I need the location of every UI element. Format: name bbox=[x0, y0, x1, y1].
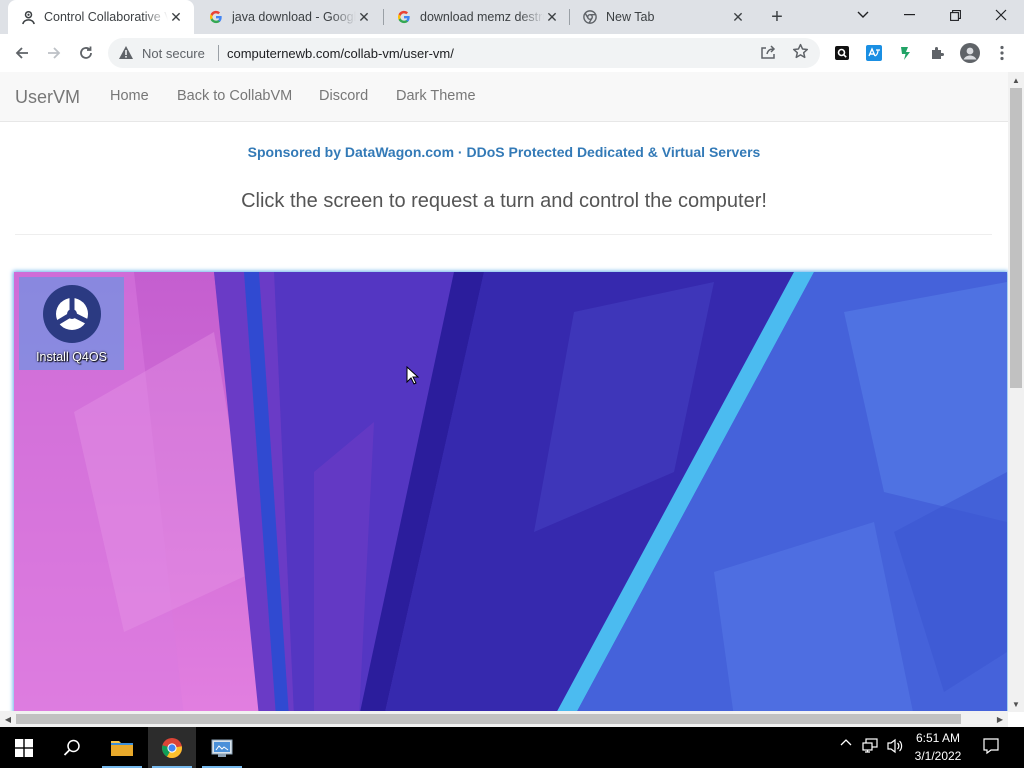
extension-search-icon[interactable] bbox=[828, 39, 856, 67]
system-clock[interactable]: 6:51 AM 3/1/2022 bbox=[905, 729, 971, 765]
start-button[interactable] bbox=[0, 727, 48, 768]
show-hidden-icons-icon[interactable] bbox=[840, 737, 852, 752]
clock-date: 3/1/2022 bbox=[914, 749, 962, 763]
close-tab-icon[interactable]: ✕ bbox=[544, 9, 560, 25]
nav-back-to-collabvm[interactable]: Back to CollabVM bbox=[177, 88, 292, 104]
close-window-icon[interactable] bbox=[978, 0, 1024, 30]
scroll-left-icon[interactable]: ◀ bbox=[0, 711, 16, 727]
site-brand[interactable]: UserVM bbox=[15, 87, 80, 108]
reload-icon[interactable] bbox=[72, 39, 100, 67]
menu-kebab-icon[interactable] bbox=[988, 39, 1016, 67]
security-label[interactable]: Not secure bbox=[142, 46, 205, 61]
desktop-icon-label: Install Q4OS bbox=[36, 350, 107, 364]
tab-strip: Control Collaborative Virtual Machines ✕… bbox=[0, 0, 1024, 34]
tab-title: download memz destructive bbox=[420, 10, 544, 24]
volume-icon[interactable] bbox=[886, 738, 904, 757]
file-explorer-icon bbox=[111, 740, 133, 756]
windows-taskbar: 6:51 AM 3/1/2022 bbox=[0, 727, 1024, 768]
warning-icon[interactable] bbox=[118, 45, 134, 63]
tab-title: Control Collaborative Virtual Machines bbox=[44, 10, 168, 24]
close-tab-icon[interactable]: ✕ bbox=[730, 9, 746, 25]
mouse-cursor-icon bbox=[406, 366, 420, 385]
omnibox-divider bbox=[218, 45, 219, 61]
divider bbox=[15, 234, 992, 235]
action-center-icon[interactable] bbox=[982, 737, 1000, 758]
taskbar-control-panel[interactable] bbox=[198, 727, 246, 768]
site-navbar: UserVM Home Back to CollabVM Discord Dar… bbox=[0, 72, 1008, 122]
chrome-icon bbox=[162, 737, 182, 758]
vm-wallpaper bbox=[14, 272, 1007, 712]
close-tab-icon[interactable]: ✕ bbox=[356, 9, 372, 25]
collabvm-icon bbox=[20, 9, 36, 25]
tab-search-icon[interactable] bbox=[840, 0, 886, 30]
url-text[interactable]: computernewb.com/collab-vm/user-vm/ bbox=[227, 46, 454, 61]
nav-dark-theme[interactable]: Dark Theme bbox=[396, 88, 476, 104]
google-icon bbox=[208, 9, 224, 25]
turn-instructions: Click the screen to request a turn and c… bbox=[241, 190, 767, 212]
tab-collabvm[interactable]: Control Collaborative Virtual Machines ✕ bbox=[8, 0, 194, 34]
vm-screen[interactable]: Install Q4OS bbox=[14, 272, 1007, 712]
tab-java-download[interactable]: java download - Google Search ✕ bbox=[196, 0, 382, 34]
extension-translate-icon[interactable] bbox=[860, 39, 888, 67]
nav-home[interactable]: Home bbox=[110, 88, 149, 104]
search-icon bbox=[63, 739, 80, 756]
restore-icon[interactable] bbox=[932, 0, 978, 30]
forward-icon[interactable] bbox=[40, 39, 68, 67]
profile-avatar-icon[interactable] bbox=[956, 39, 984, 67]
scroll-right-icon[interactable]: ▶ bbox=[992, 711, 1008, 727]
tab-title: New Tab bbox=[606, 10, 655, 24]
horizontal-scroll-thumb[interactable] bbox=[16, 714, 961, 724]
horizontal-scrollbar[interactable]: ◀ ▶ bbox=[0, 711, 1008, 727]
tab-memz-download[interactable]: download memz destructive ✕ bbox=[384, 0, 570, 34]
new-tab-button[interactable]: + bbox=[766, 6, 788, 28]
close-tab-icon[interactable]: ✕ bbox=[168, 9, 184, 25]
scroll-down-icon[interactable]: ▼ bbox=[1008, 696, 1024, 712]
share-icon[interactable] bbox=[760, 44, 776, 63]
chrome-icon bbox=[582, 9, 598, 25]
browser-toolbar: Not secure computernewb.com/collab-vm/us… bbox=[0, 34, 1024, 73]
vertical-scrollbar[interactable]: ▲ ▼ bbox=[1008, 72, 1024, 712]
windows-logo-icon bbox=[15, 738, 33, 757]
page-viewport: UserVM Home Back to CollabVM Discord Dar… bbox=[0, 72, 1008, 712]
tab-title: java download - Google Search bbox=[232, 10, 356, 24]
vertical-scroll-thumb[interactable] bbox=[1010, 88, 1022, 388]
nav-discord[interactable]: Discord bbox=[319, 88, 368, 104]
control-panel-icon bbox=[211, 739, 233, 757]
back-icon[interactable] bbox=[8, 39, 36, 67]
taskbar-chrome[interactable] bbox=[148, 727, 196, 768]
clock-time: 6:51 AM bbox=[915, 731, 961, 745]
sponsor-link[interactable]: Sponsored by DataWagon.com · DDoS Protec… bbox=[0, 144, 1008, 160]
taskbar-file-explorer[interactable] bbox=[98, 727, 146, 768]
q4os-installer-icon bbox=[43, 285, 101, 343]
bookmark-star-icon[interactable] bbox=[792, 43, 809, 63]
scroll-up-icon[interactable]: ▲ bbox=[1008, 72, 1024, 88]
desktop-icon-install-q4os[interactable]: Install Q4OS bbox=[19, 277, 124, 370]
minimize-icon[interactable] bbox=[886, 0, 932, 30]
tab-new-tab[interactable]: New Tab ✕ bbox=[570, 0, 756, 34]
extension-green-icon[interactable] bbox=[892, 39, 920, 67]
search-button[interactable] bbox=[48, 727, 96, 768]
extensions-puzzle-icon[interactable] bbox=[924, 39, 952, 67]
network-icon[interactable] bbox=[862, 738, 880, 757]
address-bar[interactable]: Not secure computernewb.com/collab-vm/us… bbox=[108, 38, 820, 68]
google-icon bbox=[396, 9, 412, 25]
